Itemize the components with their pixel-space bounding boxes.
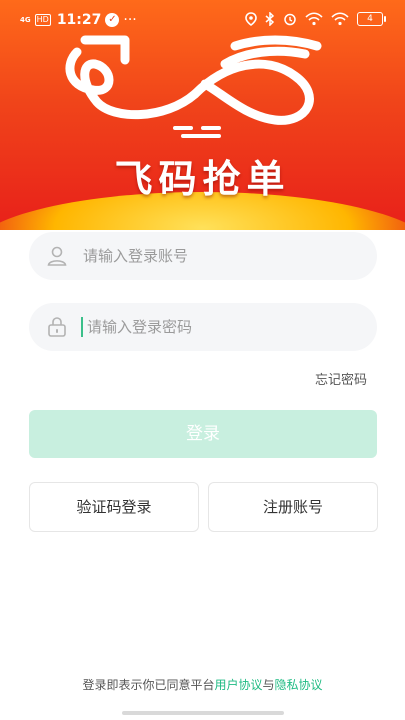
battery-icon: 4 xyxy=(357,12,386,26)
location-icon xyxy=(245,12,257,26)
status-bar: 4G HD 11:27 ✓ ··· 4 xyxy=(0,0,405,40)
user-agreement-link[interactable]: 用户协议 xyxy=(214,678,262,692)
user-icon xyxy=(47,246,67,266)
agreement-text: 登录即表示你已同意平台用户协议与隐私协议 xyxy=(0,676,405,693)
privacy-policy-link[interactable]: 隐私协议 xyxy=(275,678,323,692)
agreement-and: 与 xyxy=(262,678,275,692)
network-indicator: 4G xyxy=(20,16,31,24)
more-icon: ··· xyxy=(123,12,137,28)
home-indicator[interactable] xyxy=(122,711,284,715)
lock-icon xyxy=(48,317,66,337)
login-button[interactable]: 登录 xyxy=(29,410,377,458)
password-field[interactable] xyxy=(29,303,377,351)
agreement-prefix: 登录即表示你已同意平台 xyxy=(82,678,215,692)
register-button[interactable]: 注册账号 xyxy=(208,482,378,532)
app-name: 飞码抢单 xyxy=(114,157,291,201)
alarm-icon xyxy=(284,13,296,26)
text-cursor xyxy=(81,317,83,337)
bluetooth-icon xyxy=(265,12,275,26)
wifi-icon-secondary xyxy=(331,12,349,26)
sms-login-button[interactable]: 验证码登录 xyxy=(29,482,199,532)
password-input[interactable] xyxy=(85,317,377,337)
account-field[interactable] xyxy=(29,232,377,280)
account-input[interactable] xyxy=(81,246,377,266)
wifi-icon xyxy=(305,12,323,26)
forgot-password-link[interactable]: 忘记密码 xyxy=(315,369,367,388)
status-time: 11:27 xyxy=(56,12,102,28)
check-icon: ✓ xyxy=(105,13,120,27)
app-logo-icon xyxy=(65,35,322,138)
hd-badge: HD xyxy=(34,14,51,26)
